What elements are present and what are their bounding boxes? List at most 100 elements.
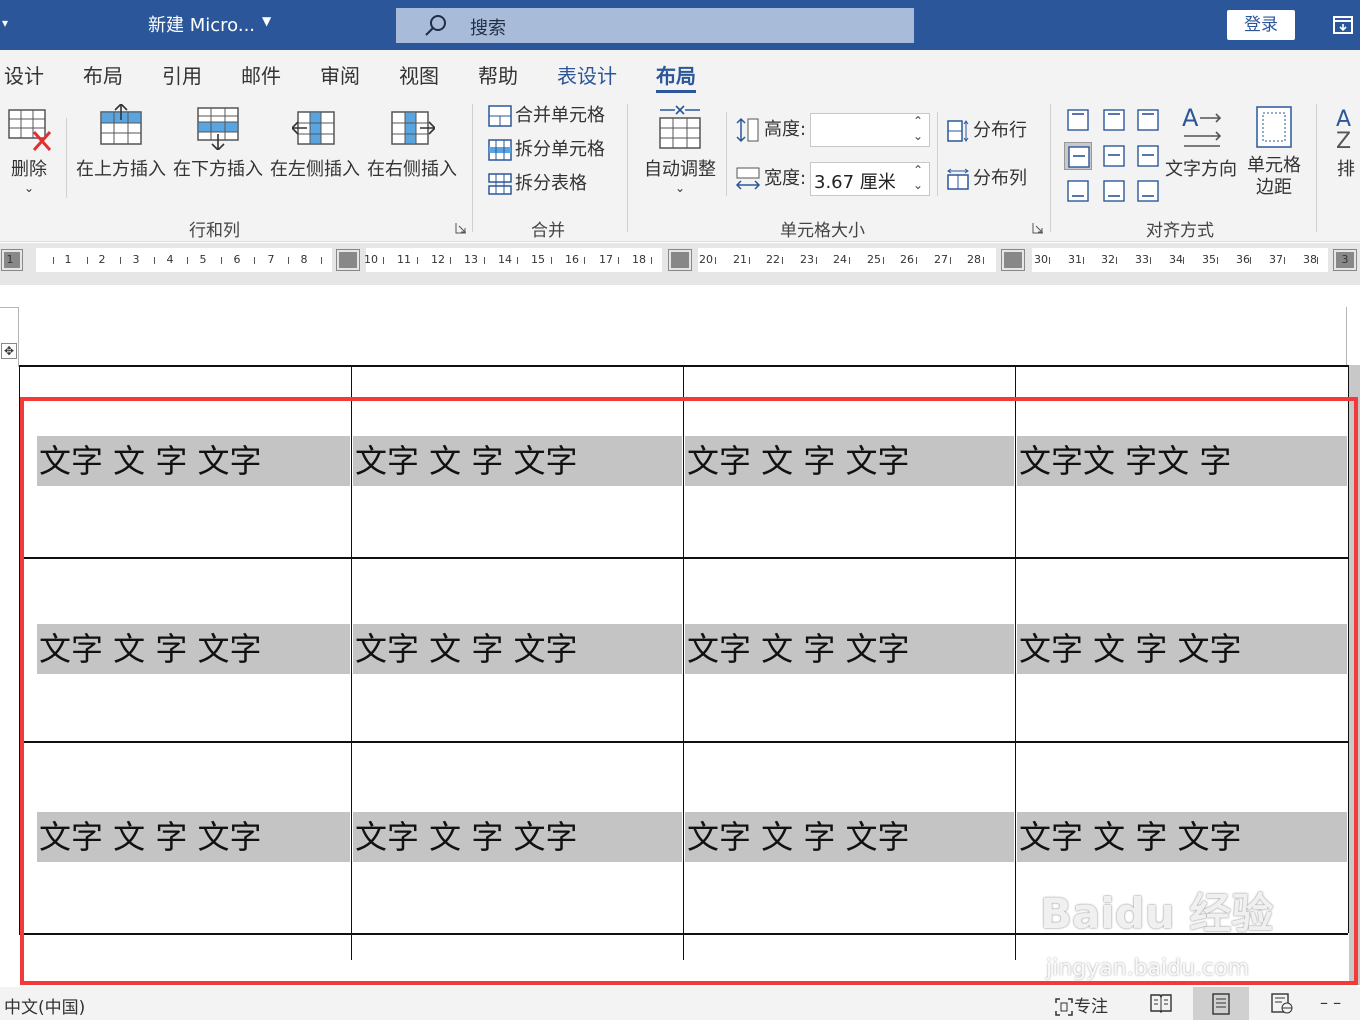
ruler-tick bbox=[551, 257, 552, 264]
cell-margins-label-2: 边距 bbox=[1256, 177, 1292, 198]
ruler-tick bbox=[715, 257, 716, 264]
dialog-launcher-icon[interactable] bbox=[1032, 222, 1044, 234]
align-bottom-center-button[interactable] bbox=[1100, 177, 1128, 205]
align-middle-right-button[interactable] bbox=[1134, 142, 1162, 170]
read-mode-icon[interactable] bbox=[1150, 993, 1172, 1013]
split-cells-button[interactable]: 拆分单元格 bbox=[488, 137, 605, 163]
align-bottom-center-icon bbox=[1103, 180, 1125, 202]
ruler-number: 10 bbox=[364, 253, 378, 266]
tab-table-design[interactable]: 表设计 bbox=[557, 60, 617, 89]
height-input[interactable]: ⌃ ⌄ bbox=[810, 113, 930, 147]
ruler-number: 11 bbox=[397, 253, 411, 266]
ruler-tick bbox=[1049, 257, 1050, 264]
login-button[interactable]: 登录 bbox=[1227, 10, 1295, 40]
search-box[interactable]: 搜索 bbox=[396, 8, 914, 43]
distribute-rows-label: 分布行 bbox=[973, 120, 1027, 141]
spin-arrows-icon[interactable]: ⌃ ⌄ bbox=[913, 114, 923, 144]
print-layout-icon[interactable] bbox=[1211, 993, 1231, 1015]
distribute-columns-button[interactable]: 分布列 bbox=[946, 166, 1027, 192]
delete-button[interactable]: 删除 ⌄ bbox=[6, 106, 52, 195]
table-column-border bbox=[19, 365, 20, 933]
table-cell-text: 文字 文 字 文字 bbox=[353, 436, 682, 486]
insert-above-button[interactable]: 在上方插入 bbox=[76, 102, 166, 181]
autofit-label: 自动调整 bbox=[644, 159, 716, 180]
table-column-border bbox=[683, 365, 684, 960]
insert-right-button[interactable]: 在右侧插入 bbox=[367, 104, 457, 181]
ruler-number: 18 bbox=[632, 253, 646, 266]
ruler-number: 25 bbox=[867, 253, 881, 266]
autofit-button[interactable]: 自动调整 ⌄ bbox=[642, 104, 718, 195]
align-middle-left-button[interactable] bbox=[1064, 142, 1092, 170]
focus-mode-button[interactable]: 专注 bbox=[1054, 992, 1108, 1017]
group-divider bbox=[1316, 104, 1317, 232]
width-input[interactable]: 3.67 厘米 ⌃ ⌄ bbox=[810, 162, 930, 196]
distribute-rows-button[interactable]: 分布行 bbox=[946, 118, 1027, 144]
table-cell-text: 文字 文 字 文字 bbox=[353, 812, 682, 862]
page-gap bbox=[0, 277, 1360, 285]
ruler-tick bbox=[120, 257, 121, 264]
group-label-merge: 合并 bbox=[531, 221, 565, 241]
tab-view[interactable]: 视图 bbox=[399, 60, 439, 89]
merge-cells-button[interactable]: 合并单元格 bbox=[488, 103, 605, 129]
align-top-right-button[interactable] bbox=[1134, 106, 1162, 134]
title-dropdown-icon[interactable]: ▼ bbox=[262, 14, 271, 28]
ruler-tick bbox=[749, 257, 750, 264]
tab-design[interactable]: 设计 bbox=[4, 60, 44, 89]
vertical-scrollbar[interactable] bbox=[1349, 365, 1360, 985]
quick-access-chevron-icon[interactable]: ▾ bbox=[2, 16, 8, 30]
ruler-number: 13 bbox=[464, 253, 478, 266]
document-title[interactable]: 新建 Micro... bbox=[148, 11, 255, 37]
ruler-column-marker[interactable] bbox=[1001, 249, 1025, 271]
insert-left-button[interactable]: 在左侧插入 bbox=[270, 104, 360, 181]
tab-review[interactable]: 审阅 bbox=[320, 60, 360, 89]
horizontal-ruler[interactable]: 1 1 2 3 4 5 6 7 8 10 11 12 13 14 15 16 17 18 20 21 22 23 24 25 2… bbox=[0, 243, 1360, 277]
align-bottom-right-button[interactable] bbox=[1134, 177, 1162, 205]
web-layout-icon[interactable] bbox=[1270, 993, 1294, 1015]
watermark-logo: Baidu 经验 bbox=[1040, 889, 1274, 938]
align-top-left-button[interactable] bbox=[1064, 106, 1092, 134]
ruler-number: 22 bbox=[766, 253, 780, 266]
ruler-number: 33 bbox=[1135, 253, 1149, 266]
sort-button[interactable]: A Z 排 bbox=[1332, 104, 1360, 181]
ruler-number: 1 bbox=[64, 253, 72, 266]
split-table-button[interactable]: 拆分表格 bbox=[488, 171, 587, 197]
tab-references[interactable]: 引用 bbox=[162, 60, 202, 89]
margin-marker bbox=[0, 307, 18, 308]
text-direction-button[interactable]: A 文字方向 bbox=[1163, 104, 1239, 181]
insert-below-button[interactable]: 在下方插入 bbox=[173, 104, 263, 181]
align-middle-center-button[interactable] bbox=[1100, 142, 1128, 170]
merge-cells-label: 合并单元格 bbox=[515, 105, 605, 126]
ruler-column-marker[interactable] bbox=[668, 249, 692, 271]
ruler-number: 4 bbox=[166, 253, 174, 266]
align-top-right-icon bbox=[1137, 109, 1159, 131]
width-value: 3.67 厘米 bbox=[814, 172, 896, 193]
ruler-tick bbox=[816, 257, 817, 264]
active-tab-indicator bbox=[656, 90, 696, 93]
align-top-center-icon bbox=[1103, 109, 1125, 131]
ruler-number: 35 bbox=[1202, 253, 1216, 266]
tab-help[interactable]: 帮助 bbox=[478, 60, 518, 89]
table-column-border bbox=[351, 365, 352, 960]
column-width-icon bbox=[735, 167, 761, 190]
tab-table-layout[interactable]: 布局 bbox=[656, 60, 696, 89]
language-indicator[interactable]: 中文(中国) bbox=[4, 993, 85, 1018]
cell-margins-button[interactable]: 单元格 边距 bbox=[1243, 104, 1305, 199]
align-bottom-left-button[interactable] bbox=[1064, 177, 1092, 205]
zoom-out-icon[interactable]: – – bbox=[1320, 993, 1341, 1012]
insert-above-label: 在上方插入 bbox=[76, 159, 166, 180]
tab-mailings[interactable]: 邮件 bbox=[241, 60, 281, 89]
ruler-number: 20 bbox=[699, 253, 713, 266]
dialog-launcher-icon[interactable] bbox=[455, 222, 467, 234]
title-bar: ▾ 新建 Micro... ▼ 搜索 登录 bbox=[0, 0, 1360, 50]
spin-arrows-icon[interactable]: ⌃ ⌄ bbox=[913, 163, 923, 193]
insert-above-icon bbox=[100, 102, 142, 145]
ruler-number: 26 bbox=[900, 253, 914, 266]
table-move-handle-icon[interactable]: ✥ bbox=[1, 343, 17, 359]
insert-left-label: 在左侧插入 bbox=[270, 159, 360, 180]
ruler-column-marker[interactable] bbox=[336, 249, 360, 271]
tab-page-layout[interactable]: 布局 bbox=[83, 60, 123, 89]
align-top-center-button[interactable] bbox=[1100, 106, 1128, 134]
ribbon-display-options-icon[interactable] bbox=[1333, 16, 1353, 34]
ruler-number: 27 bbox=[934, 253, 948, 266]
table-cell-text: 文字 文 字 文字 bbox=[1017, 812, 1347, 862]
